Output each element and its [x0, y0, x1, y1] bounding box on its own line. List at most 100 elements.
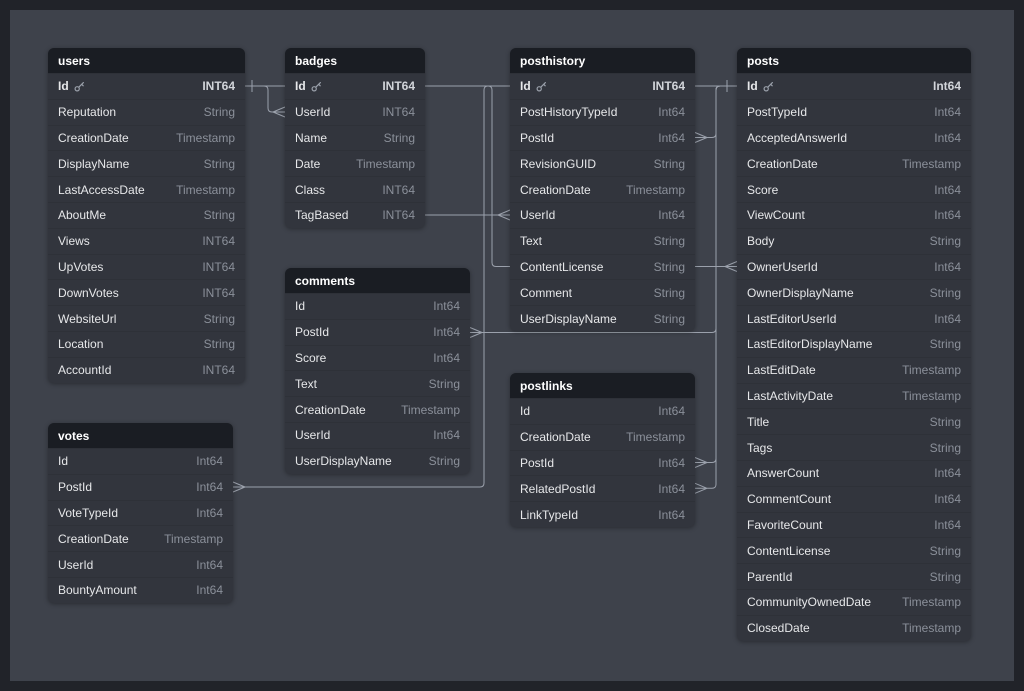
- field-type: String: [654, 312, 685, 326]
- table-header[interactable]: postlinks: [510, 373, 695, 398]
- field-name: BountyAmount: [58, 583, 137, 597]
- field-type: Int64: [934, 183, 961, 197]
- table-header[interactable]: comments: [285, 268, 470, 293]
- field-name: ContentLicense: [747, 544, 830, 558]
- table-header-label: votes: [58, 429, 89, 443]
- field-type: INT64: [202, 260, 235, 274]
- field-type: Int64: [658, 482, 685, 496]
- table-badges[interactable]: badges Id INT64 UserId INT64 Na: [285, 48, 425, 228]
- field-row-posts-LastEditorDisplayName: LastEditorDisplayName String: [737, 331, 971, 357]
- field-type: String: [654, 234, 685, 248]
- field-type: String: [204, 105, 235, 119]
- field-type: INT64: [202, 286, 235, 300]
- field-row-posts-OwnerDisplayName: OwnerDisplayName String: [737, 279, 971, 305]
- field-name: LinkTypeId: [520, 508, 578, 522]
- field-row-posthistory-Comment: Comment String: [510, 279, 695, 305]
- field-row-posts-AcceptedAnswerId: AcceptedAnswerId Int64: [737, 125, 971, 151]
- field-row-posthistory-Id: Id INT64: [510, 73, 695, 99]
- field-type: String: [204, 337, 235, 351]
- field-type: Int64: [934, 312, 961, 326]
- field-name: UserId: [58, 558, 93, 572]
- table-comments[interactable]: comments Id Int64 PostId Int64 Score Int…: [285, 268, 470, 474]
- field-row-posts-CommentCount: CommentCount Int64: [737, 486, 971, 512]
- primary-key-icon: [763, 81, 774, 92]
- table-header[interactable]: users: [48, 48, 245, 73]
- field-row-comments-CreationDate: CreationDate Timestamp: [285, 396, 470, 422]
- field-row-comments-PostId: PostId Int64: [285, 319, 470, 345]
- field-row-posts-ClosedDate: ClosedDate Timestamp: [737, 615, 971, 641]
- field-name: PostId: [520, 131, 554, 145]
- field-type: INT64: [202, 79, 235, 93]
- field-type: Int64: [934, 466, 961, 480]
- field-type: Timestamp: [164, 532, 223, 546]
- field-row-users-AboutMe: AboutMe String: [48, 202, 245, 228]
- field-row-posthistory-Text: Text String: [510, 228, 695, 254]
- field-name: WebsiteUrl: [58, 312, 116, 326]
- field-row-posts-LastEditDate: LastEditDate Timestamp: [737, 357, 971, 383]
- field-name: Id: [295, 299, 305, 313]
- field-name: Id: [520, 404, 530, 418]
- table-users[interactable]: users Id INT64 Reputation String: [48, 48, 245, 383]
- field-name: UpVotes: [58, 260, 103, 274]
- field-row-comments-Score: Score Int64: [285, 345, 470, 371]
- table-postlinks[interactable]: postlinks Id Int64 CreationDate Timestam…: [510, 373, 695, 527]
- field-type: INT64: [382, 183, 415, 197]
- field-type: INT64: [382, 105, 415, 119]
- field-type: INT64: [382, 208, 415, 222]
- table-posthistory[interactable]: posthistory Id INT64 PostHistoryTypeId I…: [510, 48, 695, 331]
- field-type: INT64: [652, 79, 685, 93]
- field-row-votes-UserId: UserId Int64: [48, 551, 233, 577]
- field-type: Timestamp: [902, 595, 961, 609]
- table-header[interactable]: votes: [48, 423, 233, 448]
- field-type: Int64: [934, 131, 961, 145]
- field-row-users-AccountId: AccountId INT64: [48, 357, 245, 383]
- field-row-badges-Id: Id INT64: [285, 73, 425, 99]
- field-row-postlinks-CreationDate: CreationDate Timestamp: [510, 424, 695, 450]
- field-type: Int64: [196, 558, 223, 572]
- field-name: UserId: [295, 428, 330, 442]
- field-type: String: [930, 337, 961, 351]
- field-row-posthistory-PostId: PostId Int64: [510, 125, 695, 151]
- field-name: Id: [520, 79, 531, 93]
- field-name: CommentCount: [747, 492, 831, 506]
- field-name: ClosedDate: [747, 621, 810, 635]
- field-row-users-Location: Location String: [48, 331, 245, 357]
- field-type: Int64: [934, 518, 961, 532]
- field-name: UserId: [295, 105, 330, 119]
- field-name: Id: [58, 79, 69, 93]
- field-type: Timestamp: [401, 403, 460, 417]
- field-name: PostTypeId: [747, 105, 807, 119]
- table-header[interactable]: badges: [285, 48, 425, 73]
- field-name: CreationDate: [295, 403, 366, 417]
- field-name: Text: [520, 234, 542, 248]
- field-name: Location: [58, 337, 103, 351]
- field-type: Int64: [196, 506, 223, 520]
- field-type: Timestamp: [902, 363, 961, 377]
- field-row-badges-Name: Name String: [285, 125, 425, 151]
- field-name: VoteTypeId: [58, 506, 118, 520]
- field-name: CommunityOwnedDate: [747, 595, 871, 609]
- field-type: Int64: [658, 456, 685, 470]
- field-row-posts-Id: Id Int64: [737, 73, 971, 99]
- field-type: Int64: [658, 208, 685, 222]
- field-type: Int64: [658, 508, 685, 522]
- field-name: DisplayName: [58, 157, 129, 171]
- field-row-posthistory-UserDisplayName: UserDisplayName String: [510, 305, 695, 331]
- table-header[interactable]: posts: [737, 48, 971, 73]
- table-posts[interactable]: posts Id Int64 PostTypeId Int64: [737, 48, 971, 641]
- field-row-posthistory-ContentLicense: ContentLicense String: [510, 254, 695, 280]
- field-type: Int64: [658, 404, 685, 418]
- field-name: ViewCount: [747, 208, 805, 222]
- field-row-users-WebsiteUrl: WebsiteUrl String: [48, 305, 245, 331]
- field-row-posts-Title: Title String: [737, 408, 971, 434]
- table-header[interactable]: posthistory: [510, 48, 695, 73]
- table-header-label: posts: [747, 54, 779, 68]
- field-row-posts-ParentId: ParentId String: [737, 563, 971, 589]
- field-type: String: [204, 208, 235, 222]
- field-name: UserId: [520, 208, 555, 222]
- field-type: Int64: [196, 480, 223, 494]
- field-type: Timestamp: [176, 131, 235, 145]
- field-name: Class: [295, 183, 325, 197]
- field-row-votes-Id: Id Int64: [48, 448, 233, 474]
- table-votes[interactable]: votes Id Int64 PostId Int64 VoteTypeId I…: [48, 423, 233, 603]
